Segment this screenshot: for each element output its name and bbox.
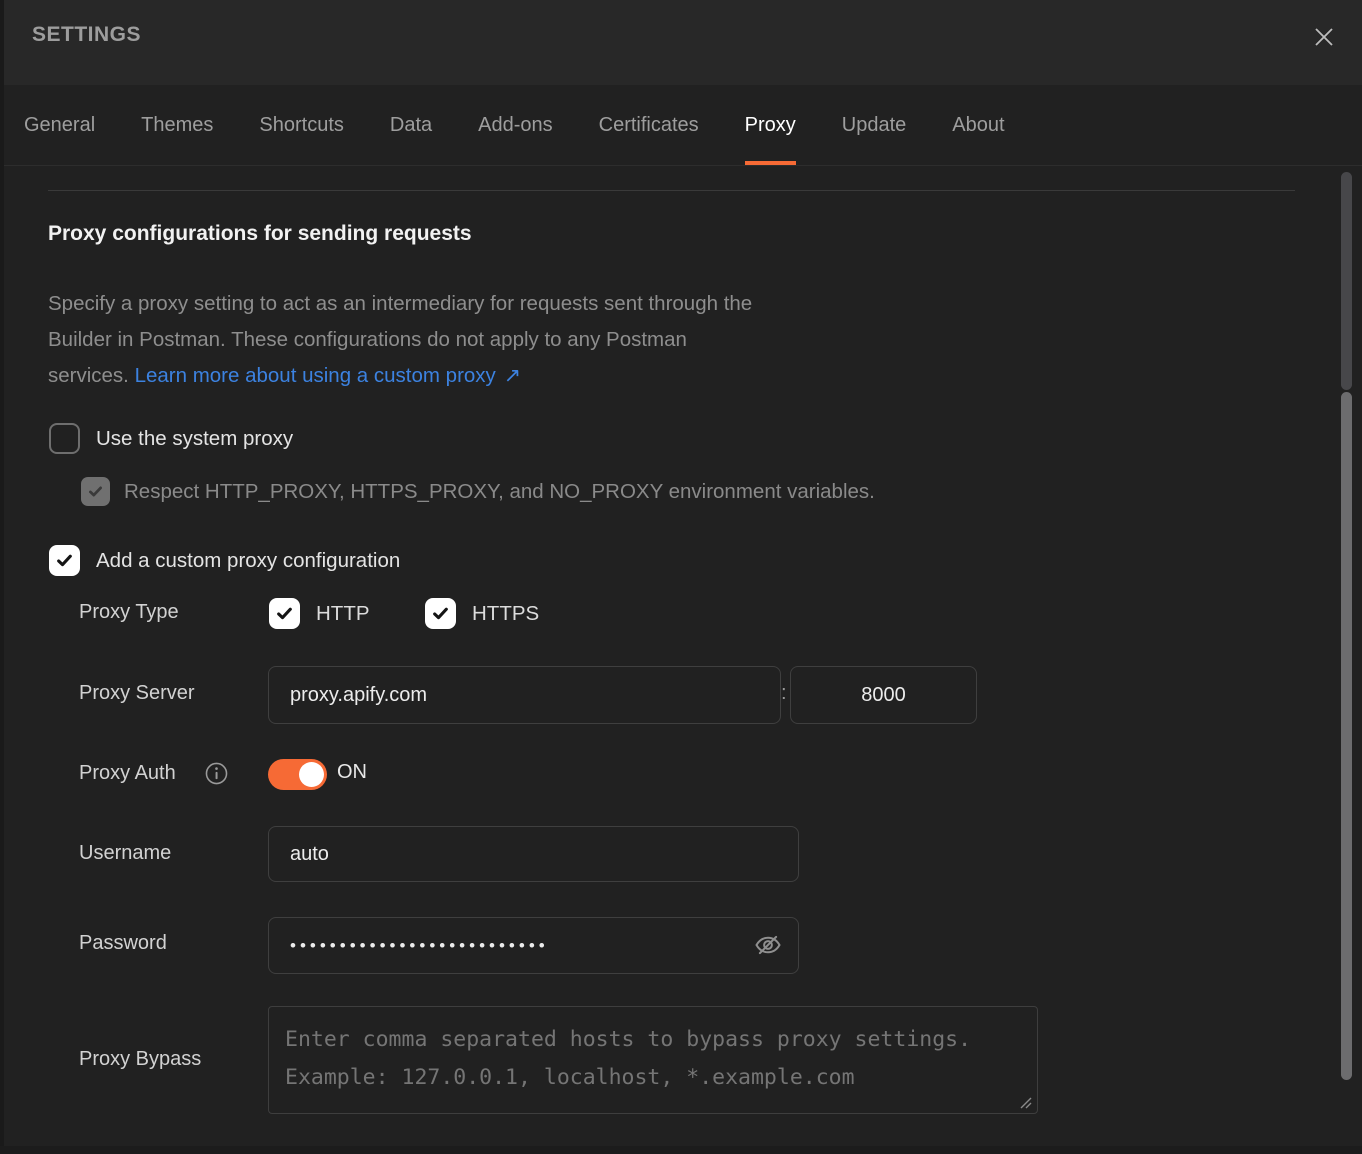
learn-more-link[interactable]: Learn more about using a custom proxy xyxy=(135,364,496,387)
proxy-auth-state: ON xyxy=(337,761,367,784)
respect-env-row: Respect HTTP_PROXY, HTTPS_PROXY, and NO_… xyxy=(81,477,875,506)
scrollbar-thumb[interactable] xyxy=(1341,392,1352,1080)
system-proxy-label: Use the system proxy xyxy=(96,427,293,451)
proxy-bypass-label: Proxy Bypass xyxy=(79,1048,201,1071)
scrollbar-track-segment xyxy=(1341,172,1352,390)
custom-proxy-checkbox[interactable] xyxy=(49,545,80,576)
close-icon[interactable] xyxy=(1310,23,1338,51)
respect-env-label: Respect HTTP_PROXY, HTTPS_PROXY, and NO_… xyxy=(124,480,875,504)
description-line-3: services. Learn more about using a custo… xyxy=(48,358,752,394)
tab-shortcuts[interactable]: Shortcuts xyxy=(259,85,343,165)
username-input[interactable] xyxy=(268,826,799,882)
tab-themes[interactable]: Themes xyxy=(141,85,213,165)
dialog-header: SETTINGS xyxy=(0,0,1362,85)
section-description: Specify a proxy setting to act as an int… xyxy=(48,286,752,394)
https-label: HTTPS xyxy=(472,602,539,626)
system-proxy-row: Use the system proxy xyxy=(49,423,293,454)
custom-proxy-row: Add a custom proxy configuration xyxy=(49,545,400,576)
left-edge xyxy=(0,0,4,1154)
bottom-edge xyxy=(0,1146,1362,1154)
proxy-port-input[interactable] xyxy=(790,666,977,724)
resize-handle-icon[interactable] xyxy=(1017,1094,1033,1110)
description-line-2: Builder in Postman. These configurations… xyxy=(48,322,752,358)
system-proxy-checkbox[interactable] xyxy=(49,423,80,454)
password-input[interactable] xyxy=(268,917,799,974)
custom-proxy-label: Add a custom proxy configuration xyxy=(96,549,400,573)
password-visibility-icon[interactable] xyxy=(750,927,786,963)
content-divider xyxy=(48,190,1295,191)
tab-general[interactable]: General xyxy=(24,85,95,165)
description-line-3-prefix: services. xyxy=(48,364,135,387)
settings-tabbar: General Themes Shortcuts Data Add-ons Ce… xyxy=(0,85,1362,166)
description-line-1: Specify a proxy setting to act as an int… xyxy=(48,286,752,322)
tab-proxy[interactable]: Proxy xyxy=(745,85,796,165)
tab-update[interactable]: Update xyxy=(842,85,907,165)
proxy-auth-label: Proxy Auth xyxy=(79,762,176,785)
section-title: Proxy configurations for sending request… xyxy=(48,222,472,246)
http-label: HTTP xyxy=(316,602,370,626)
password-label: Password xyxy=(79,932,167,955)
proxy-auth-toggle[interactable] xyxy=(268,759,327,790)
https-checkbox[interactable] xyxy=(425,598,456,629)
username-label: Username xyxy=(79,842,171,865)
external-link-arrow-icon[interactable]: ↗ xyxy=(504,364,521,387)
info-icon[interactable] xyxy=(205,762,229,786)
http-checkbox[interactable] xyxy=(269,598,300,629)
proxy-type-http: HTTP xyxy=(269,598,370,629)
toggle-knob xyxy=(299,762,324,787)
proxy-type-label: Proxy Type xyxy=(79,601,179,624)
proxy-server-label: Proxy Server xyxy=(79,682,195,705)
tab-data[interactable]: Data xyxy=(390,85,432,165)
proxy-host-input[interactable] xyxy=(268,666,781,724)
tab-certificates[interactable]: Certificates xyxy=(599,85,699,165)
host-port-separator: : xyxy=(781,682,787,705)
dialog-title: SETTINGS xyxy=(32,23,141,47)
tab-about[interactable]: About xyxy=(952,85,1004,165)
proxy-type-https: HTTPS xyxy=(425,598,539,629)
proxy-bypass-textarea[interactable] xyxy=(268,1006,1038,1114)
respect-env-checkbox xyxy=(81,477,110,506)
settings-dialog: SETTINGS General Themes Shortcuts Data A… xyxy=(0,0,1362,1154)
tab-add-ons[interactable]: Add-ons xyxy=(478,85,553,165)
